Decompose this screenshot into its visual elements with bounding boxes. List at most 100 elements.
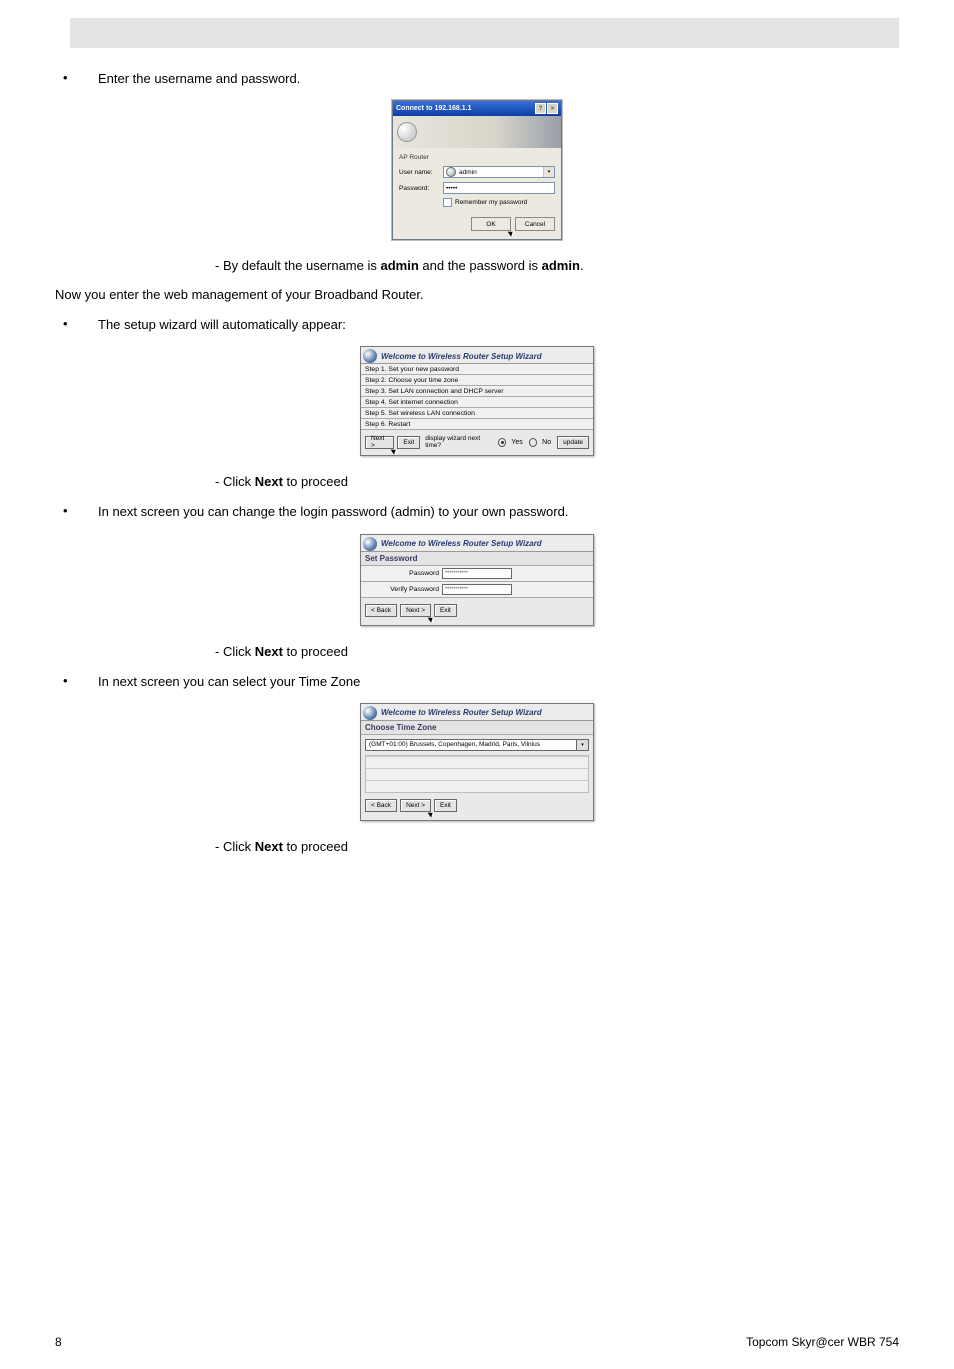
wizard-title-row: Welcome to Wireless Router Setup Wizard	[361, 347, 593, 364]
help-icon[interactable]: ?	[535, 103, 546, 114]
wizard-footer: < Back Next > Exit	[361, 793, 593, 820]
password-label: Password	[365, 570, 442, 577]
globe-icon	[363, 349, 377, 363]
radio-yes-label: Yes	[511, 439, 522, 446]
user-icon	[446, 167, 456, 177]
note-default-credentials: - By default the username is admin and t…	[215, 258, 899, 273]
radio-no[interactable]	[529, 438, 537, 447]
wizard-step: Step 2. Choose your time zone	[361, 375, 593, 386]
password-row: Password: •••••	[399, 182, 555, 194]
password-input[interactable]: •••••	[443, 182, 555, 194]
next-button[interactable]: Next >	[400, 604, 431, 617]
bullet-dot: •	[55, 673, 98, 691]
password-value: •••••	[446, 185, 457, 192]
text: .	[580, 258, 584, 273]
password-row: Password •••••••••••	[361, 566, 593, 582]
username-input[interactable]: admin ▾	[443, 166, 555, 178]
bullet-timezone: • In next screen you can select your Tim…	[55, 673, 899, 691]
bullet-dot: •	[55, 70, 98, 88]
note-click-next-2: - Click Next to proceed	[215, 644, 899, 659]
timezone-select[interactable]: (GMT+01:00) Brussels, Copenhagen, Madrid…	[365, 739, 589, 751]
titlebar-buttons: ? ×	[535, 103, 558, 114]
remember-checkbox[interactable]	[443, 198, 452, 207]
wizard-title: Welcome to Wireless Router Setup Wizard	[381, 352, 542, 361]
next-button[interactable]: Next >	[365, 436, 394, 449]
display-next-label: display wizard next time?	[425, 435, 492, 449]
wizard-title: Welcome to Wireless Router Setup Wizard	[381, 708, 542, 717]
dialog-titlebar: Connect to 192.168.1.1 ? ×	[393, 101, 561, 116]
bold-next: Next	[255, 839, 283, 854]
text: - By default the username is	[215, 258, 380, 273]
bullet-dot: •	[55, 503, 98, 521]
exit-button[interactable]: Exit	[397, 436, 420, 449]
exit-button[interactable]: Exit	[434, 604, 457, 617]
text: to proceed	[283, 644, 348, 659]
wizard-footer: Next > Exit display wizard next time? Ye…	[361, 430, 593, 455]
wizard-step: Step 4. Set internet connection	[361, 397, 593, 408]
bold-admin-2: admin	[542, 258, 580, 273]
page-number: 8	[55, 1335, 62, 1349]
dialog-banner	[393, 116, 561, 148]
radio-yes[interactable]	[498, 438, 506, 447]
ok-button[interactable]: OK	[471, 217, 511, 231]
bullet-wizard-appear: • The setup wizard will automatically ap…	[55, 316, 899, 334]
figure-wizard-password: Welcome to Wireless Router Setup Wizard …	[55, 534, 899, 626]
verify-password-input[interactable]: •••••••••••	[442, 584, 512, 595]
wizard-title-row: Welcome to Wireless Router Setup Wizard	[361, 704, 593, 721]
page: • Enter the username and password. Conne…	[0, 18, 954, 1369]
dialog-title: Connect to 192.168.1.1	[396, 105, 471, 112]
bullet-text: In next screen you can change the login …	[98, 503, 899, 521]
text: - Click	[215, 474, 255, 489]
remember-label: Remember my password	[455, 199, 527, 206]
figure-wizard-steps: Welcome to Wireless Router Setup Wizard …	[55, 346, 899, 456]
password-input[interactable]: •••••••••••	[442, 568, 512, 579]
bullet-change-password: • In next screen you can change the logi…	[55, 503, 899, 521]
bullet-enter-credentials: • Enter the username and password.	[55, 70, 899, 88]
timezone-list-area	[365, 755, 589, 793]
text: to proceed	[283, 474, 348, 489]
wizard-steps-panel: Welcome to Wireless Router Setup Wizard …	[360, 346, 594, 456]
wizard-timezone-panel: Welcome to Wireless Router Setup Wizard …	[360, 703, 594, 821]
wizard-title: Welcome to Wireless Router Setup Wizard	[381, 539, 542, 548]
next-button[interactable]: Next >	[400, 799, 431, 812]
bold-next: Next	[255, 474, 283, 489]
figure-login-dialog: Connect to 192.168.1.1 ? × AP Router Use…	[55, 100, 899, 240]
exit-button[interactable]: Exit	[434, 799, 457, 812]
username-label: User name:	[399, 169, 443, 176]
verify-password-row: Verify Password •••••••••••	[361, 582, 593, 598]
note-click-next-3: - Click Next to proceed	[215, 839, 899, 854]
bold-next: Next	[255, 644, 283, 659]
dialog-body: AP Router User name: admin ▾ Password: •…	[393, 148, 561, 239]
chevron-down-icon[interactable]: ▾	[543, 167, 554, 177]
wizard-password-panel: Welcome to Wireless Router Setup Wizard …	[360, 534, 594, 626]
page-footer: 8 Topcom Skyr@cer WBR 754	[55, 1335, 899, 1349]
remember-row[interactable]: Remember my password	[443, 198, 555, 207]
text: to proceed	[283, 839, 348, 854]
close-icon[interactable]: ×	[547, 103, 558, 114]
text: - Click	[215, 644, 255, 659]
chevron-down-icon[interactable]: ▾	[576, 740, 588, 750]
verify-password-label: Verify Password	[365, 586, 442, 593]
wizard-title-row: Welcome to Wireless Router Setup Wizard	[361, 535, 593, 552]
globe-icon	[363, 706, 377, 720]
wizard-step: Step 3. Set LAN connection and DHCP serv…	[361, 386, 593, 397]
back-button[interactable]: < Back	[365, 799, 397, 812]
wizard-footer: < Back Next > Exit	[361, 598, 593, 625]
cancel-button[interactable]: Cancel	[515, 217, 555, 231]
bullet-text: In next screen you can select your Time …	[98, 673, 899, 691]
username-row: User name: admin ▾	[399, 166, 555, 178]
update-button[interactable]: update	[557, 436, 589, 449]
wizard-step: Step 1. Set your new password	[361, 364, 593, 375]
grey-header-bar	[70, 18, 899, 48]
figure-wizard-timezone: Welcome to Wireless Router Setup Wizard …	[55, 703, 899, 821]
back-button[interactable]: < Back	[365, 604, 397, 617]
bold-admin-1: admin	[380, 258, 418, 273]
body-now-enter: Now you enter the web management of your…	[55, 287, 899, 302]
login-dialog: Connect to 192.168.1.1 ? × AP Router Use…	[392, 100, 562, 240]
globe-icon	[363, 537, 377, 551]
text: - Click	[215, 839, 255, 854]
wizard-step: Step 6. Restart	[361, 419, 593, 430]
radio-no-label: No	[542, 439, 551, 446]
wizard-subtitle: Set Password	[361, 552, 593, 566]
text: and the password is	[419, 258, 542, 273]
